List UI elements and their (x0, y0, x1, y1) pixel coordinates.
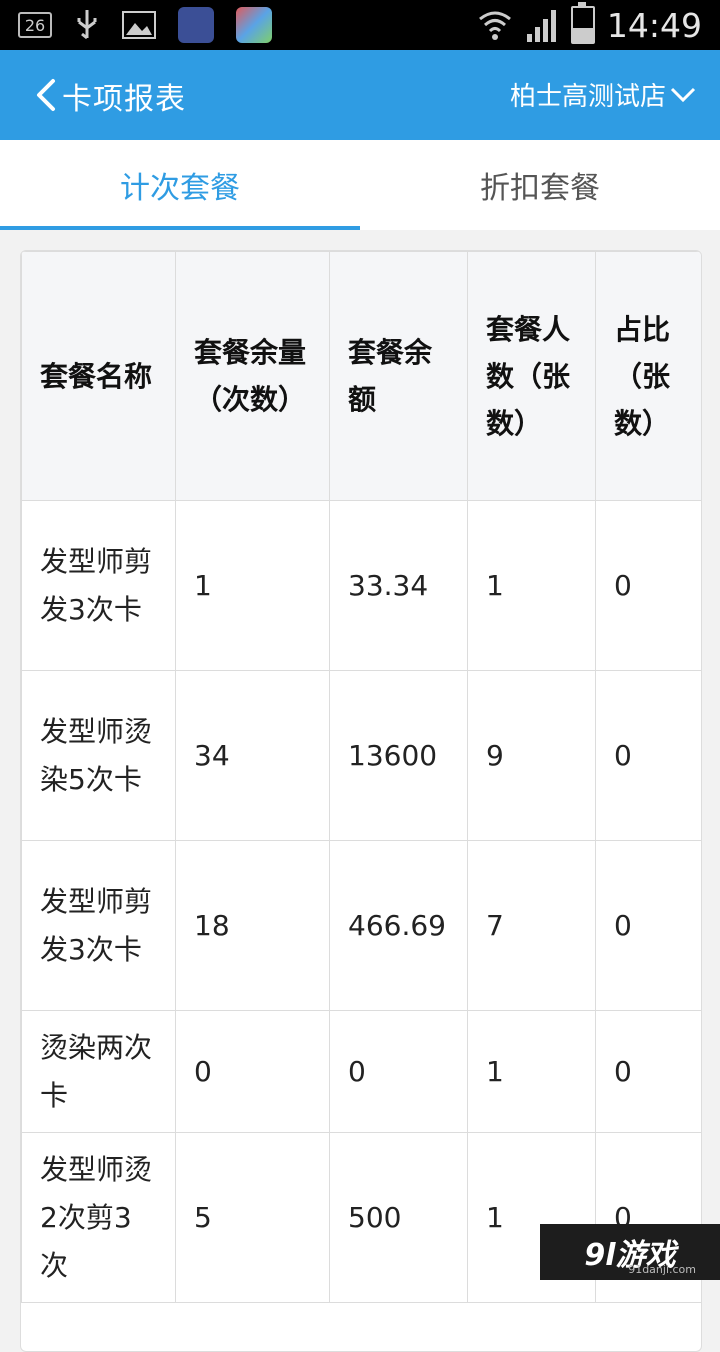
cell-remaining-balance: 0 (329, 1010, 468, 1133)
status-right-icons: 14:49 (477, 0, 702, 50)
header-remaining-balance: 套餐余额 (329, 251, 468, 501)
cell-package-name: 发型师烫染5次卡 (21, 670, 176, 841)
battery-icon (570, 2, 595, 44)
watermark-logo: 9l游戏 91danji.com (540, 1224, 720, 1280)
status-bar: 26 14:49 (0, 0, 720, 50)
tab-discount-package[interactable]: 折扣套餐 (360, 140, 720, 230)
cell-member-count: 1 (467, 500, 596, 671)
header-package-name: 套餐名称 (21, 251, 176, 501)
header-ratio: 占比（张数） (595, 251, 701, 501)
cell-package-name: 发型师剪发3次卡 (21, 500, 176, 671)
header-remaining-times: 套餐余量（次数） (175, 251, 330, 501)
status-left-icons: 26 (18, 6, 272, 44)
back-button[interactable] (26, 74, 66, 116)
notification-count-icon: 26 (18, 12, 52, 38)
table-row[interactable]: 发型师烫染5次卡 34 13600 9 0 (21, 670, 701, 841)
chevron-left-icon (37, 79, 55, 111)
table-row[interactable]: 发型师剪发3次卡 1 33.34 1 0 (21, 500, 701, 671)
table-header-row: 套餐名称 套餐余量（次数） 套餐余额 套餐人数（张数） 占比（张数） (21, 251, 701, 501)
cell-member-count: 1 (467, 1010, 596, 1133)
watermark-sub: 91danji.com (628, 1263, 696, 1276)
cell-remaining-times: 0 (175, 1010, 330, 1133)
cell-remaining-balance: 500 (329, 1132, 468, 1303)
cell-ratio: 0 (595, 500, 701, 671)
report-table-card: 套餐名称 套餐余量（次数） 套餐余额 套餐人数（张数） 占比（张数） 发型师剪发… (20, 250, 702, 1352)
tab-bar: 计次套餐 折扣套餐 (0, 140, 720, 230)
app-store-icon (236, 7, 272, 43)
app-bar: 卡项报表 柏士高测试店 (0, 50, 720, 140)
cell-package-name: 发型师烫2次剪3次 (21, 1132, 176, 1303)
cell-member-count: 7 (467, 840, 596, 1011)
tab-count-package[interactable]: 计次套餐 (0, 140, 360, 230)
cell-member-count: 9 (467, 670, 596, 841)
cell-remaining-times: 5 (175, 1132, 330, 1303)
cell-remaining-balance: 33.34 (329, 500, 468, 671)
table-row[interactable]: 发型师剪发3次卡 18 466.69 7 0 (21, 840, 701, 1011)
image-icon (122, 11, 156, 39)
chevron-down-icon (670, 87, 696, 102)
wifi-icon (478, 11, 511, 40)
cell-package-name: 烫染两次卡 (21, 1010, 176, 1133)
store-name: 柏士高测试店 (509, 82, 666, 112)
app-phone-icon (178, 7, 214, 43)
cell-ratio: 0 (595, 840, 701, 1011)
signal-icon (526, 10, 556, 42)
cell-remaining-balance: 466.69 (329, 840, 468, 1011)
usb-icon (77, 10, 97, 40)
cell-remaining-times: 34 (175, 670, 330, 841)
store-selector[interactable]: 柏士高测试店 (510, 76, 696, 113)
cell-remaining-times: 1 (175, 500, 330, 671)
header-member-count: 套餐人数（张数） (467, 251, 596, 501)
package-report-table: 套餐名称 套餐余量（次数） 套餐余额 套餐人数（张数） 占比（张数） 发型师剪发… (21, 251, 701, 1303)
cell-remaining-balance: 13600 (329, 670, 468, 841)
cell-package-name: 发型师剪发3次卡 (21, 840, 176, 1011)
cell-ratio: 0 (595, 1010, 701, 1133)
cell-remaining-times: 18 (175, 840, 330, 1011)
clock: 14:49 (606, 5, 702, 45)
page-title: 卡项报表 (62, 82, 186, 117)
table-row[interactable]: 烫染两次卡 0 0 1 0 (21, 1010, 701, 1133)
cell-ratio: 0 (595, 670, 701, 841)
